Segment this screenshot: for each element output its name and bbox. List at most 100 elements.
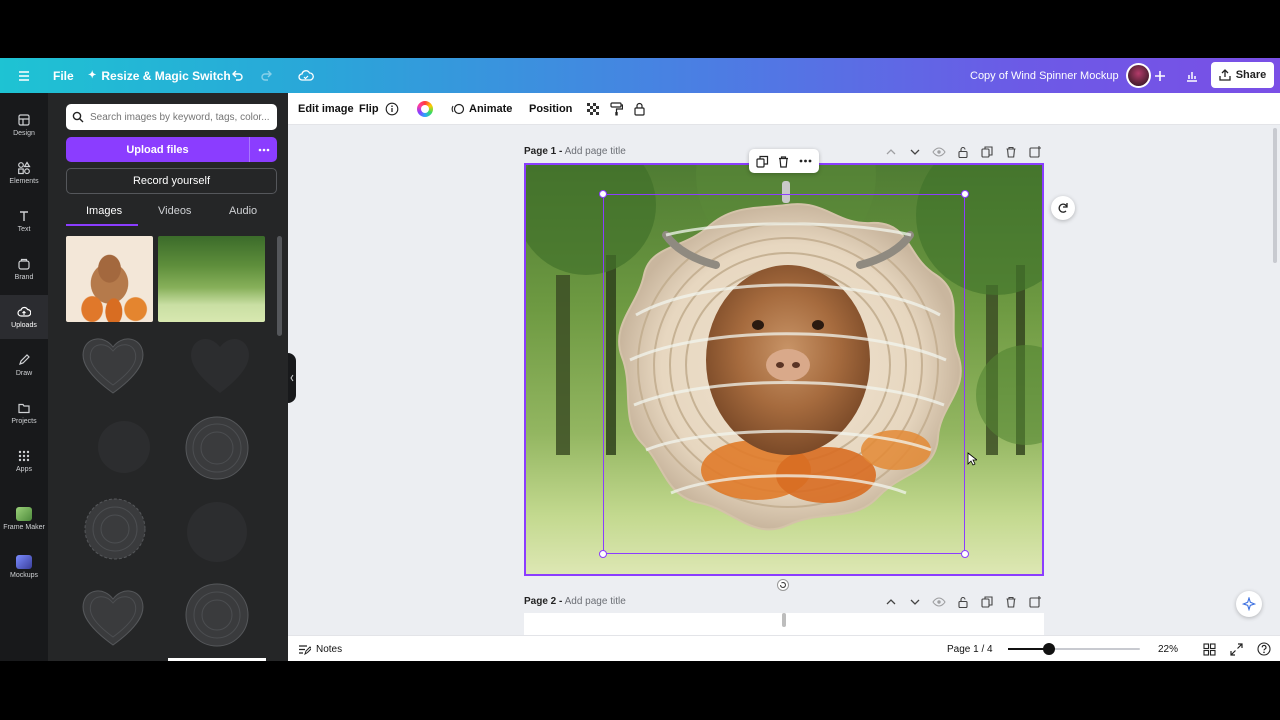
- panel-scrollbar[interactable]: [277, 236, 282, 336]
- cloud-upload-icon: [17, 306, 31, 317]
- scalloped-spinner-thumbnail[interactable]: [80, 495, 150, 563]
- rail-label: Design: [13, 130, 35, 137]
- lock-page-icon[interactable]: [956, 145, 970, 159]
- upload-files-button[interactable]: Upload files: [66, 137, 277, 162]
- more-icon[interactable]: [799, 159, 812, 163]
- tab-videos[interactable]: Videos: [158, 205, 191, 217]
- bottom-bar: Notes Page 1 / 4 22%: [288, 635, 1280, 661]
- floating-element-toolbar: [749, 149, 819, 173]
- notes-button[interactable]: Notes: [298, 636, 342, 661]
- paint-roller-icon[interactable]: [610, 93, 623, 125]
- avatar-image: [1128, 65, 1149, 86]
- page-indicator[interactable]: Page 1 / 4: [947, 636, 993, 661]
- resize-handle-top-right[interactable]: [961, 190, 969, 198]
- rail-item-design[interactable]: Design: [0, 103, 48, 147]
- dark-heart-spinner-thumbnail[interactable]: [186, 331, 254, 397]
- delete-page-icon[interactable]: [1004, 595, 1018, 609]
- grid-view-icon[interactable]: [1203, 636, 1216, 661]
- trash-icon[interactable]: [777, 155, 790, 168]
- zoom-level[interactable]: 22%: [1158, 636, 1178, 661]
- lock-page-icon[interactable]: [956, 595, 970, 609]
- position-button[interactable]: Position: [529, 93, 572, 125]
- spinner-hanger-preview: [782, 613, 786, 627]
- rail-item-brand[interactable]: Brand: [0, 247, 48, 291]
- add-page-icon[interactable]: [1028, 145, 1042, 159]
- chevron-down-icon[interactable]: [908, 145, 922, 159]
- active-tab-indicator: [66, 224, 138, 226]
- resize-handle-bottom-right[interactable]: [961, 550, 969, 558]
- record-yourself-button[interactable]: Record yourself: [66, 168, 277, 194]
- chevron-up-icon[interactable]: [884, 595, 898, 609]
- chevron-up-icon[interactable]: [884, 145, 898, 159]
- rail-item-mockups[interactable]: Mockups: [0, 545, 48, 589]
- zoom-slider[interactable]: [1008, 643, 1140, 655]
- magic-assistant-button[interactable]: [1236, 591, 1262, 617]
- search-icon: [72, 111, 84, 123]
- edit-image-button[interactable]: Edit image: [298, 93, 354, 125]
- tab-audio[interactable]: Audio: [229, 205, 257, 217]
- rail-item-elements[interactable]: Elements: [0, 151, 48, 195]
- page-2-title[interactable]: Page 2 - Add page title: [524, 596, 626, 607]
- zoom-slider-knob[interactable]: [1043, 643, 1055, 655]
- share-label: Share: [1235, 69, 1267, 81]
- selection-box[interactable]: [603, 194, 965, 554]
- add-collaborator-icon[interactable]: [1148, 58, 1172, 93]
- add-page-title-2[interactable]: Add page title: [565, 596, 626, 607]
- refresh-circle-button[interactable]: [1051, 196, 1075, 220]
- park-background-thumbnail[interactable]: [158, 236, 265, 322]
- help-icon[interactable]: [1257, 636, 1271, 661]
- more-options-icon[interactable]: [249, 137, 277, 162]
- loading-bar: [168, 658, 266, 661]
- rotate-handle[interactable]: [772, 574, 794, 596]
- menu-icon[interactable]: [12, 58, 36, 93]
- collapse-panel-handle[interactable]: [288, 353, 296, 403]
- round-spinner-thumbnail[interactable]: [182, 415, 252, 481]
- info-icon[interactable]: [385, 93, 399, 125]
- add-page-title-1[interactable]: Add page title: [565, 146, 626, 157]
- rail-item-draw[interactable]: Draw: [0, 343, 48, 387]
- resize-handle-top-left[interactable]: [599, 190, 607, 198]
- resize-handle-bottom-left[interactable]: [599, 550, 607, 558]
- search-input[interactable]: [90, 111, 270, 123]
- redo-icon[interactable]: [255, 58, 279, 93]
- duplicate-page-icon[interactable]: [980, 145, 994, 159]
- search-box[interactable]: [66, 104, 277, 130]
- resize-magic-switch-button[interactable]: ✦ Resize & Magic Switch: [88, 58, 231, 93]
- cloud-saved-icon[interactable]: [294, 58, 318, 93]
- heart-spinner-thumbnail-2[interactable]: [78, 579, 148, 649]
- canvas-scrollbar[interactable]: [1273, 128, 1277, 263]
- rail-item-text[interactable]: Text: [0, 199, 48, 243]
- hide-page-eye-icon[interactable]: [932, 595, 946, 609]
- rail-label: Elements: [9, 178, 39, 185]
- undo-icon[interactable]: [225, 58, 249, 93]
- highland-cow-image-thumbnail[interactable]: [66, 236, 153, 322]
- rail-item-uploads[interactable]: Uploads: [0, 295, 48, 339]
- dark-round-spinner-thumbnail[interactable]: [96, 411, 152, 477]
- delete-page-icon[interactable]: [1004, 145, 1018, 159]
- rail-item-projects[interactable]: Projects: [0, 391, 48, 435]
- sparkle-icon: [1242, 597, 1256, 611]
- file-menu[interactable]: File: [53, 58, 74, 93]
- dark-scalloped-spinner-thumbnail[interactable]: [182, 499, 252, 565]
- chevron-down-icon[interactable]: [908, 595, 922, 609]
- rail-item-apps[interactable]: Apps: [0, 439, 48, 483]
- flip-button[interactable]: Flip: [359, 93, 379, 125]
- lock-icon[interactable]: [633, 93, 646, 125]
- color-adjust-icon[interactable]: [417, 93, 433, 125]
- rail-item-frame-maker[interactable]: Frame Maker: [0, 497, 48, 541]
- fullscreen-icon[interactable]: [1230, 636, 1243, 661]
- animate-button[interactable]: Animate: [451, 93, 512, 125]
- insights-chart-icon[interactable]: [1180, 58, 1204, 93]
- round-spinner-thumbnail-2[interactable]: [182, 581, 252, 649]
- tab-images[interactable]: Images: [86, 205, 122, 217]
- duplicate-icon[interactable]: [756, 155, 769, 168]
- design-canvas-page-2[interactable]: [524, 613, 1044, 635]
- heart-spinner-thumbnail[interactable]: [78, 331, 148, 397]
- document-title[interactable]: Copy of Wind Spinner Mockup: [970, 58, 1119, 93]
- duplicate-page-icon[interactable]: [980, 595, 994, 609]
- add-page-icon[interactable]: [1028, 595, 1042, 609]
- share-button[interactable]: Share: [1211, 62, 1274, 88]
- transparency-icon[interactable]: [587, 93, 600, 125]
- page-1-title[interactable]: Page 1 - Add page title: [524, 146, 626, 157]
- hide-page-eye-icon[interactable]: [932, 145, 946, 159]
